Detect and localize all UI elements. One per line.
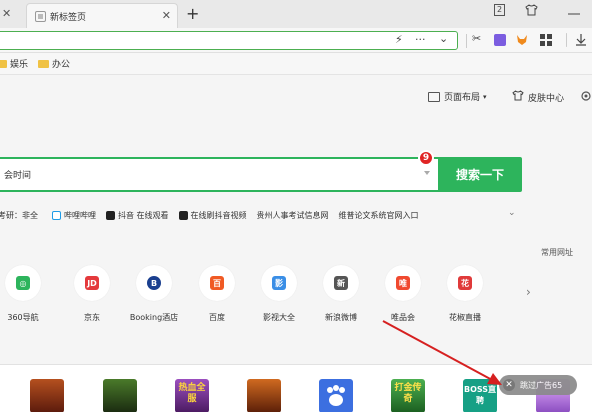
tab-title: 新标签页 bbox=[50, 12, 87, 23]
tile-label: 新浪微博 bbox=[325, 313, 357, 322]
tile-baidu[interactable]: 百 百度 bbox=[187, 265, 247, 323]
chevron-right-icon[interactable]: › bbox=[526, 285, 531, 299]
game-3-icon[interactable]: 热血全服 bbox=[175, 379, 209, 412]
bilibili-icon bbox=[52, 210, 61, 220]
tile-video[interactable]: 影 影视大全 bbox=[249, 265, 309, 323]
close-icon[interactable]: ✕ bbox=[503, 379, 515, 391]
page-icon bbox=[35, 10, 46, 22]
skip-ad-button[interactable]: ✕ 跳过广告65 bbox=[499, 375, 577, 395]
divider bbox=[566, 33, 567, 47]
nav-360-icon: ◎ bbox=[16, 276, 30, 290]
search-input[interactable]: 会时间 bbox=[0, 157, 438, 192]
skip-ad-label: 跳过广告65 bbox=[520, 380, 563, 390]
apps-grid-icon[interactable] bbox=[540, 34, 552, 46]
game-2-icon[interactable] bbox=[103, 379, 137, 412]
scissors-icon[interactable]: ✂ bbox=[472, 32, 481, 45]
tile-label: 影视大全 bbox=[263, 313, 295, 322]
hotword-item[interactable]: 维普论文系统官网入口 bbox=[339, 210, 419, 221]
folder-icon bbox=[38, 59, 50, 68]
hotword-label: 在线刷抖音视频 bbox=[190, 210, 247, 220]
game-4-icon[interactable] bbox=[247, 379, 281, 412]
tab-bar: ✕ 新标签页 ✕ + 2 bbox=[0, 0, 592, 28]
tab-close-icon[interactable]: ✕ bbox=[162, 9, 171, 22]
window-count-icon[interactable]: 2 bbox=[494, 4, 505, 16]
hotword-item[interactable]: 哔哩哔哩 bbox=[52, 210, 96, 221]
tile-label: Booking酒店 bbox=[129, 313, 179, 322]
shirt-icon[interactable] bbox=[525, 4, 538, 19]
dropdown-caret-icon[interactable] bbox=[424, 171, 430, 175]
tile-label: 京东 bbox=[84, 313, 100, 322]
shirt-icon bbox=[512, 90, 524, 104]
minimize-icon[interactable] bbox=[568, 7, 580, 21]
tile-booking[interactable]: B Booking酒店 bbox=[124, 265, 184, 323]
skin-center-label: 皮肤中心 bbox=[528, 93, 565, 104]
tile-huajiao[interactable]: 花 花椒直播 bbox=[435, 265, 495, 323]
close-icon[interactable]: ✕ bbox=[2, 7, 11, 20]
divider bbox=[466, 34, 467, 48]
hotword-label: 考研：非全 bbox=[0, 210, 38, 220]
tab-new-tab[interactable]: 新标签页 ✕ bbox=[26, 3, 178, 28]
caret-down-icon: ▾ bbox=[483, 92, 487, 101]
huajiao-icon: 花 bbox=[458, 276, 472, 290]
weibo-icon: 新 bbox=[334, 276, 348, 290]
game-1-icon[interactable] bbox=[30, 379, 64, 412]
hotword-item[interactable]: 考研：非全 bbox=[0, 210, 38, 221]
flash-icon[interactable]: ⚡ bbox=[395, 33, 403, 46]
baidu-paw-icon[interactable] bbox=[319, 379, 353, 412]
skin-center-button[interactable]: 皮肤中心 bbox=[512, 90, 564, 104]
search-button[interactable]: 搜索一下 bbox=[438, 157, 522, 192]
booking-icon: B bbox=[147, 276, 161, 290]
hotword-item[interactable]: 贵州人事考试信息网 bbox=[257, 210, 329, 221]
tile-label: 360导航 bbox=[7, 313, 39, 322]
new-tab-button[interactable]: + bbox=[186, 4, 199, 23]
game-title: 热血全服 bbox=[178, 383, 206, 404]
tile-vip[interactable]: 唯 唯品会 bbox=[373, 265, 433, 323]
video-icon: 影 bbox=[272, 276, 286, 290]
notification-badge: 9 bbox=[418, 150, 434, 166]
boss-zhipin-icon[interactable]: BOSS直聘 bbox=[463, 379, 497, 412]
address-bar: ⚡ ··· ⌄ ✂ bbox=[0, 28, 592, 53]
more-icon[interactable]: ··· bbox=[415, 33, 426, 46]
address-input[interactable]: ⚡ ··· ⌄ bbox=[0, 31, 458, 50]
jd-icon: JD bbox=[85, 276, 99, 290]
hotword-label: 抖音 在线观看 bbox=[118, 210, 169, 220]
extension-icon[interactable] bbox=[494, 34, 506, 46]
hot-search-list: 考研：非全 哔哩哔哩 抖音 在线观看 在线刷抖音视频 贵州人事考试信息网 维普论… bbox=[0, 208, 592, 222]
tile-jd[interactable]: JD 京东 bbox=[62, 265, 122, 323]
hotword-label: 贵州人事考试信息网 bbox=[256, 210, 329, 220]
fox-extension-icon[interactable] bbox=[516, 34, 528, 46]
douyin-icon bbox=[106, 210, 115, 220]
chevron-down-icon[interactable]: ⌄ bbox=[508, 208, 516, 218]
tile-weibo[interactable]: 新 新浪微博 bbox=[311, 265, 371, 323]
layout-icon bbox=[428, 91, 440, 102]
hotword-label: 哔哩哔哩 bbox=[64, 210, 96, 220]
bookmark-folder-office[interactable]: 办公 bbox=[38, 57, 70, 70]
game-title: BOSS直聘 bbox=[463, 385, 497, 405]
tile-360-nav[interactable]: ◎ 360导航 bbox=[0, 265, 53, 323]
hotword-item[interactable]: 在线刷抖音视频 bbox=[178, 210, 247, 221]
tile-label: 百度 bbox=[209, 313, 225, 322]
bookmarks-bar: 娱乐 办公 bbox=[0, 53, 592, 75]
folder-icon bbox=[0, 59, 7, 68]
vip-icon: 唯 bbox=[396, 276, 410, 290]
game-6-icon[interactable]: 打金传奇 bbox=[391, 379, 425, 412]
bookmark-folder-entertainment[interactable]: 娱乐 bbox=[0, 57, 28, 70]
tile-label: 唯品会 bbox=[391, 313, 415, 322]
page-layout-label: 页面布局 bbox=[444, 93, 481, 103]
hotword-item[interactable]: 抖音 在线观看 bbox=[106, 210, 169, 221]
baidu-icon: 百 bbox=[210, 276, 224, 290]
settings-icon[interactable] bbox=[580, 90, 592, 102]
bookmark-label: 娱乐 bbox=[10, 60, 29, 70]
search-query: 会时间 bbox=[4, 171, 32, 181]
bookmark-label: 办公 bbox=[52, 60, 71, 70]
tile-label: 花椒直播 bbox=[449, 313, 481, 322]
chevron-down-icon[interactable]: ⌄ bbox=[439, 32, 448, 45]
download-icon[interactable] bbox=[575, 34, 587, 46]
page-layout-button[interactable]: 页面布局 ▾ bbox=[428, 90, 487, 103]
common-sites-label[interactable]: 常用网址 bbox=[541, 247, 573, 258]
hotword-label: 维普论文系统官网入口 bbox=[338, 210, 419, 220]
game-title: 打金传奇 bbox=[394, 383, 422, 404]
douyin-icon bbox=[178, 210, 188, 220]
